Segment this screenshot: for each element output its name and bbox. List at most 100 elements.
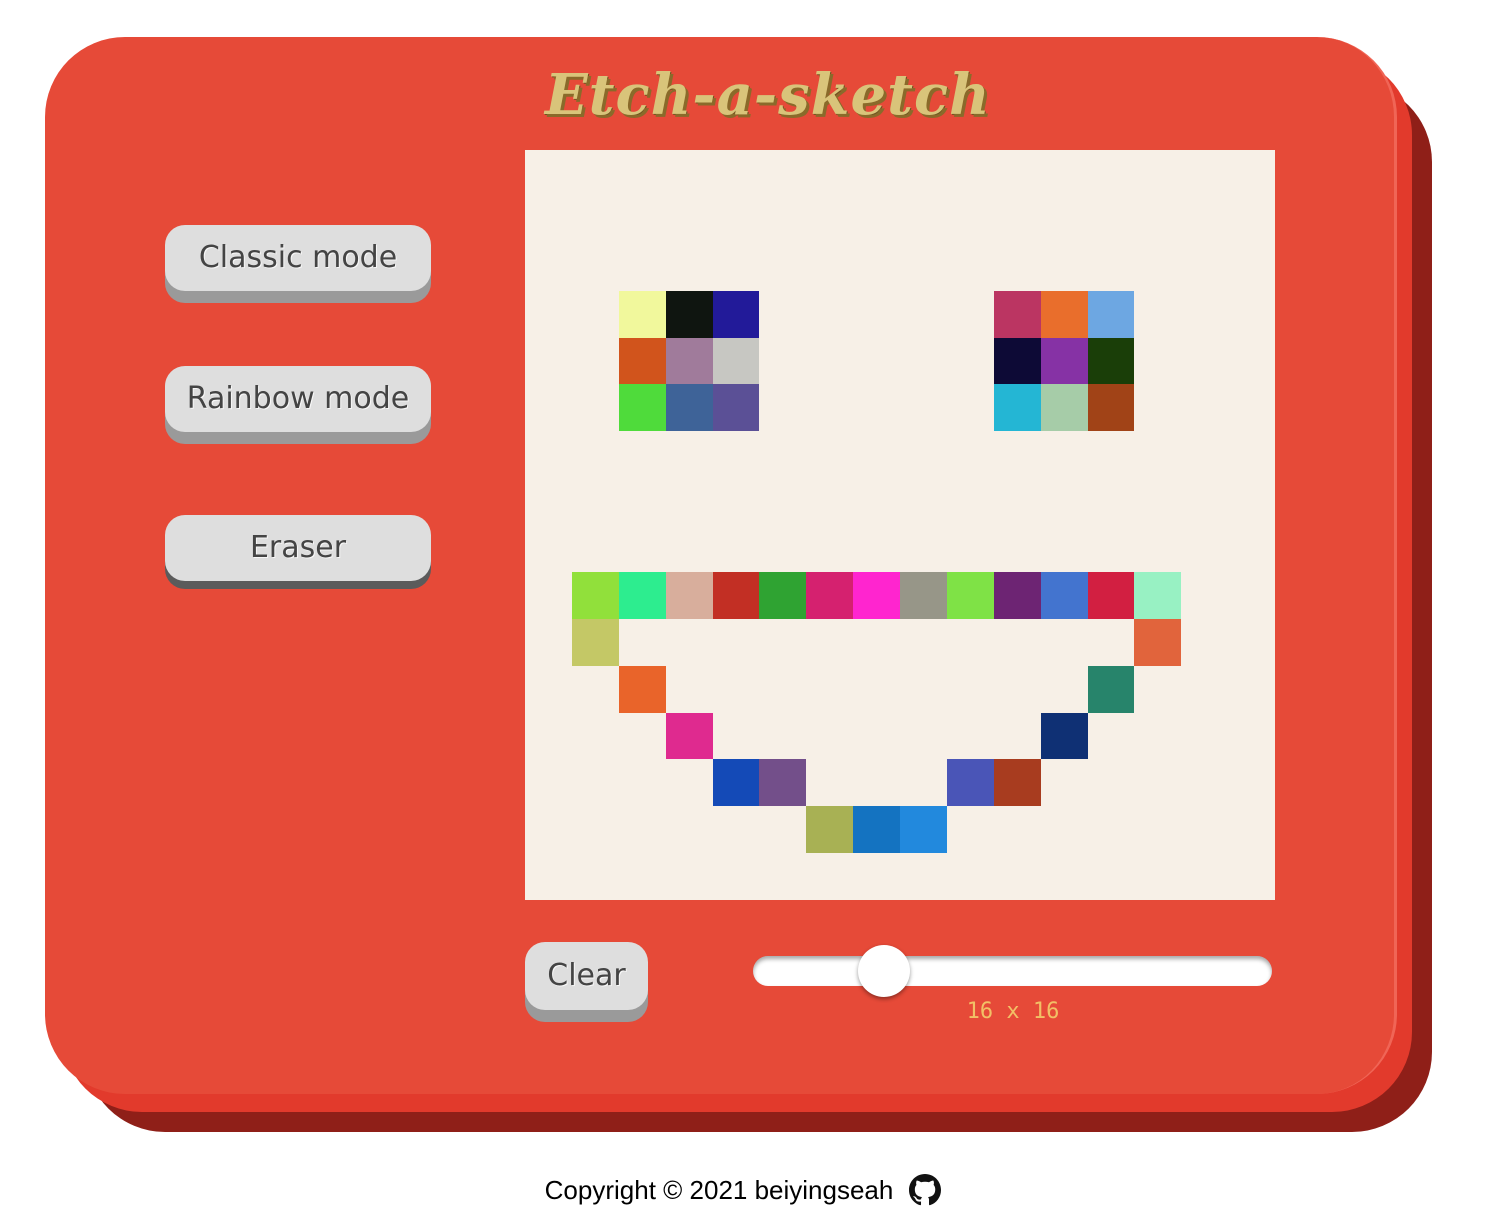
grid-cell[interactable]	[947, 853, 994, 900]
grid-cell[interactable]	[900, 197, 947, 244]
grid-cell[interactable]	[900, 806, 947, 854]
grid-cell[interactable]	[1134, 713, 1181, 760]
grid-cell[interactable]	[618, 337, 666, 385]
grid-cell[interactable]	[618, 665, 666, 713]
grid-cell[interactable]	[1181, 853, 1228, 900]
grid-cell[interactable]	[619, 619, 666, 666]
grid-cell[interactable]	[853, 291, 900, 338]
grid-cell[interactable]	[946, 571, 994, 619]
grid-cell[interactable]	[1088, 759, 1135, 806]
grid-cell[interactable]	[1040, 384, 1088, 432]
grid-cell[interactable]	[806, 619, 853, 666]
grid-cell[interactable]	[853, 150, 900, 197]
grid-cell[interactable]	[666, 197, 713, 244]
grid-cell[interactable]	[1041, 150, 1088, 197]
grid-cell[interactable]	[619, 431, 666, 478]
grid-cell[interactable]	[947, 150, 994, 197]
grid-cell[interactable]	[1228, 150, 1275, 197]
grid-cell[interactable]	[947, 713, 994, 760]
grid-cell[interactable]	[759, 431, 806, 478]
grid-cell[interactable]	[947, 478, 994, 525]
grid-cell[interactable]	[572, 713, 619, 760]
grid-cell[interactable]	[1228, 619, 1275, 666]
grid-cell[interactable]	[1088, 244, 1135, 291]
grid-cell[interactable]	[900, 384, 947, 431]
grid-cell[interactable]	[900, 431, 947, 478]
grid-cell[interactable]	[1134, 571, 1182, 619]
grid-cell[interactable]	[1041, 431, 1088, 478]
grid-cell[interactable]	[572, 431, 619, 478]
grid-cell[interactable]	[806, 759, 853, 806]
grid-cell[interactable]	[1041, 525, 1088, 572]
grid-cell[interactable]	[1181, 150, 1228, 197]
grid-cell[interactable]	[572, 806, 619, 853]
grid-cell[interactable]	[1228, 759, 1275, 806]
grid-cell[interactable]	[712, 290, 760, 338]
grid-cell[interactable]	[759, 244, 806, 291]
grid-cell[interactable]	[1228, 338, 1275, 385]
grid-cell[interactable]	[853, 806, 900, 854]
grid-cell[interactable]	[806, 478, 853, 525]
grid-cell[interactable]	[994, 197, 1041, 244]
grid-cell[interactable]	[947, 338, 994, 385]
grid-cell[interactable]	[993, 290, 1041, 338]
grid-cell[interactable]	[1181, 572, 1228, 619]
grid-cell[interactable]	[994, 713, 1041, 760]
grid-cell[interactable]	[1088, 619, 1135, 666]
grid-cell[interactable]	[713, 197, 760, 244]
grid-cell[interactable]	[993, 384, 1041, 432]
grid-cell[interactable]	[1088, 525, 1135, 572]
grid-cell[interactable]	[618, 571, 666, 619]
grid-cell[interactable]	[806, 384, 853, 431]
grid-cell[interactable]	[1134, 291, 1181, 338]
grid-cell[interactable]	[759, 291, 806, 338]
grid-cell[interactable]	[993, 759, 1041, 807]
grid-cell[interactable]	[1228, 666, 1275, 713]
grid-cell[interactable]	[665, 337, 713, 385]
grid-cell[interactable]	[712, 759, 760, 807]
eraser-button[interactable]: Eraser	[165, 515, 431, 581]
grid-cell[interactable]	[618, 290, 666, 338]
grid-cell[interactable]	[1088, 431, 1135, 478]
grid-cell[interactable]	[1134, 666, 1181, 713]
grid-cell[interactable]	[713, 806, 760, 853]
grid-cell[interactable]	[1041, 244, 1088, 291]
grid-cell[interactable]	[853, 478, 900, 525]
grid-cell[interactable]	[571, 618, 619, 666]
grid-cell[interactable]	[900, 291, 947, 338]
grid-cell[interactable]	[1088, 150, 1135, 197]
grid-cell[interactable]	[1228, 525, 1275, 572]
grid-cell[interactable]	[666, 431, 713, 478]
grid-cell[interactable]	[1041, 619, 1088, 666]
grid-cell[interactable]	[900, 244, 947, 291]
grid-cell[interactable]	[572, 197, 619, 244]
grid-cell[interactable]	[525, 197, 572, 244]
grid-cell[interactable]	[525, 666, 572, 713]
grid-cell[interactable]	[806, 150, 853, 197]
grid-cell[interactable]	[1134, 431, 1181, 478]
grid-cell[interactable]	[993, 571, 1041, 619]
grid-cell[interactable]	[853, 571, 900, 619]
grid-cell[interactable]	[853, 713, 900, 760]
grid-cell[interactable]	[853, 384, 900, 431]
github-icon[interactable]	[909, 1174, 942, 1206]
grid-cell[interactable]	[1134, 150, 1181, 197]
grid-cell[interactable]	[572, 759, 619, 806]
grid-cell[interactable]	[572, 244, 619, 291]
grid-cell[interactable]	[759, 150, 806, 197]
grid-cell[interactable]	[1181, 384, 1228, 431]
grid-cell[interactable]	[759, 619, 806, 666]
grid-cell[interactable]	[1181, 338, 1228, 385]
grid-cell[interactable]	[1134, 525, 1181, 572]
grid-cell[interactable]	[1181, 806, 1228, 853]
grid-cell[interactable]	[900, 525, 947, 572]
grid-cell[interactable]	[853, 853, 900, 900]
grid-cell[interactable]	[571, 571, 619, 619]
grid-cell[interactable]	[947, 197, 994, 244]
grid-cell[interactable]	[759, 853, 806, 900]
grid-cell[interactable]	[712, 337, 760, 385]
grid-cell[interactable]	[994, 244, 1041, 291]
grid-cell[interactable]	[900, 478, 947, 525]
grid-cell[interactable]	[994, 619, 1041, 666]
grid-cell[interactable]	[1228, 291, 1275, 338]
